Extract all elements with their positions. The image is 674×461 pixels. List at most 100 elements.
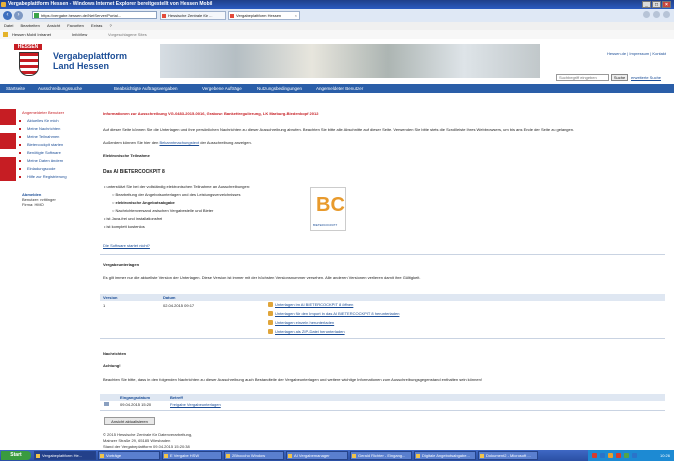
menu-item-help[interactable]: ? xyxy=(109,23,111,28)
attention-label: Achtung! xyxy=(103,363,121,368)
sidebar-item-label: Meine Teilnahmen xyxy=(27,134,60,139)
taskbar-item[interactable]: Dokument2 - Microsoft ... xyxy=(478,451,538,460)
top-links[interactable]: Hessen.de | Impressum | Kontakt xyxy=(607,51,666,56)
web-page: HESSEN Vergabeplattform Land Hessen Hess… xyxy=(0,39,674,450)
gear-icon[interactable] xyxy=(663,11,670,18)
section-messages: Nachrichten xyxy=(103,351,127,356)
sidebar-item-teilnahmen[interactable]: Meine Teilnahmen xyxy=(0,133,70,141)
menu-item-bearbeiten[interactable]: Bearbeiten xyxy=(20,23,39,28)
menu-item-extras[interactable]: Extras xyxy=(91,23,102,28)
software-help-link[interactable]: Die Software startet nicht? xyxy=(103,243,150,248)
taskbar-item[interactable]: Gerald Richter - Eingang... xyxy=(350,451,412,460)
tab-close-icon[interactable]: × xyxy=(295,12,297,19)
sidebar: Angemeldeter Benutzer Aktuelles für mich… xyxy=(0,109,70,181)
taskbar-item[interactable]: Vorträge xyxy=(98,451,160,460)
menu-item-datei[interactable]: Datei xyxy=(4,23,13,28)
ie-icon xyxy=(1,2,6,7)
search-button[interactable]: Suche xyxy=(611,74,628,81)
bietercockpit-icon xyxy=(268,302,273,307)
word-icon xyxy=(480,454,484,458)
divider xyxy=(100,338,665,339)
bc-logo-letters: BC xyxy=(316,194,345,216)
tray-icon[interactable] xyxy=(624,453,629,458)
hessen-logo[interactable]: HESSEN xyxy=(14,44,42,77)
download-icon xyxy=(268,320,273,325)
sidebar-item-aktuelles[interactable]: Aktuelles für mich xyxy=(0,117,70,125)
nav-angemeldeter-benutzer[interactable]: Angemeldeter Benutzer xyxy=(316,84,363,93)
sidebar-item-hilfe[interactable]: Hilfe zur Registrierung xyxy=(0,173,70,181)
tray-icon[interactable] xyxy=(608,453,613,458)
bullet-item: • unterstützt Sie bei der vollständig el… xyxy=(104,184,251,189)
doc-table-header xyxy=(100,294,665,301)
tray-icon[interactable] xyxy=(632,453,637,458)
taskbar-item[interactable]: 2Bhoccho Window xyxy=(224,451,284,460)
outlook-icon xyxy=(352,454,356,458)
sidebar-item-daten[interactable]: Meine Daten ändern xyxy=(0,157,70,165)
browser-tab[interactable]: Hessische Zentrale für ... xyxy=(160,11,226,20)
address-bar[interactable]: https://vergabe.hessen.de/NetServer/Port… xyxy=(32,11,157,19)
refresh-view-button[interactable]: Ansicht aktualisieren xyxy=(104,417,155,425)
announcement-suffix: der Ausschreibung anzeigen. xyxy=(200,140,252,145)
favorite-link[interactable]: Hessen Mobil Intranet xyxy=(12,30,51,39)
menu-item-favoriten[interactable]: Favoriten xyxy=(67,23,84,28)
download-import-link[interactable]: Unterlagen für den Import in das AI BIET… xyxy=(268,311,399,316)
sidebar-item-software[interactable]: Benötigte Software xyxy=(0,149,70,157)
tray-icon[interactable] xyxy=(600,453,605,458)
zip-icon xyxy=(268,329,273,334)
taskbar-item[interactable]: Vergabeplattform He... xyxy=(34,451,96,460)
taskbar-item[interactable]: Digitale Angebotsabgabe... xyxy=(414,451,476,460)
doc-date: 02.04.2015 09:17 xyxy=(163,303,195,308)
column-header-datum: Datum xyxy=(163,295,176,300)
nav-beabsichtigte-auftragsvergaben[interactable]: Beabsichtigte Auftragsvergaben xyxy=(114,84,178,93)
download-icon xyxy=(268,311,273,316)
nav-nutzungsbedingungen[interactable]: Nutzungsbedingungen xyxy=(257,84,302,93)
bullet-item: ○ Bearbeitung der Angebotsunterlagen und… xyxy=(112,192,241,197)
download-single-link[interactable]: Unterlagen einzeln herunterladen xyxy=(268,320,334,325)
ie-icon xyxy=(36,454,40,458)
column-header-eingangsdatum: Eingangsdatum xyxy=(120,395,151,400)
folder-icon xyxy=(164,454,168,458)
bullet-icon xyxy=(19,176,21,178)
clock[interactable]: 10:26 xyxy=(660,450,670,461)
nav-vergebene-auftraege[interactable]: Vergebene Aufträge xyxy=(202,84,242,93)
announcement-link[interactable]: Bekanntmachungstext xyxy=(160,140,200,145)
taskbar: Start Vergabeplattform He... Vorträge E … xyxy=(0,450,674,461)
download-zip-link[interactable]: Unterlagen als ZIP-Datei herunterladen xyxy=(268,329,345,334)
taskbar-item[interactable]: E Vergabe HSW xyxy=(162,451,222,460)
favorites-star-icon[interactable] xyxy=(653,11,660,18)
back-icon[interactable]: ‹ xyxy=(3,11,12,20)
sidebar-item-einladungscode[interactable]: Einladungscode xyxy=(0,165,70,173)
maximize-button[interactable]: □ xyxy=(652,1,661,8)
tray-icon[interactable] xyxy=(616,453,621,458)
favorite-link[interactable]: Vorgeschlagene Sites xyxy=(108,30,147,39)
forward-icon[interactable]: › xyxy=(14,11,23,20)
favorites-star-icon[interactable] xyxy=(3,32,8,37)
user-info: Abmelden Benutzer: nrittinger Firma: HMO xyxy=(22,192,56,207)
sidebar-item-nachrichten[interactable]: Meine Nachrichten xyxy=(0,125,70,133)
taskbar-item[interactable]: AI Vergabemanager xyxy=(286,451,348,460)
minimize-button[interactable]: _ xyxy=(642,1,651,8)
bietercockpit-logo[interactable]: BC BIETERCOCKPIT xyxy=(310,187,346,231)
start-button[interactable]: Start xyxy=(1,451,31,460)
tray-icon[interactable] xyxy=(592,453,597,458)
footer-line: Mainzer Straße 29, 65185 Wiesbaden xyxy=(103,438,171,443)
sidebar-item-bietercockpit[interactable]: Bietercockpit starten xyxy=(0,141,70,149)
advanced-search-link[interactable]: erweiterte Suche xyxy=(631,75,661,80)
bullet-item: • ist Java-frei und installationsfrei xyxy=(104,216,163,221)
nav-ausschreibungssuche[interactable]: Ausschreibungssuche xyxy=(38,84,82,93)
bullet-icon xyxy=(19,160,21,162)
message-subject-link[interactable]: Freigabe Vergabeunterlagen xyxy=(170,402,221,407)
search-input[interactable] xyxy=(556,74,609,81)
address-text: https://vergabe.hessen.de/NetServer/Port… xyxy=(41,13,122,18)
column-header-version: Version xyxy=(103,295,118,300)
menu-item-ansicht[interactable]: Ansicht xyxy=(47,23,60,28)
nav-startseite[interactable]: Startseite xyxy=(6,84,25,93)
browser-tab-active[interactable]: Vergabeplattform Hessen × xyxy=(228,11,300,20)
favorite-link[interactable]: InfoView xyxy=(72,30,87,39)
close-button[interactable]: × xyxy=(662,1,671,8)
page-title: Informationen zur Ausschreibung VG-0483-… xyxy=(103,111,319,116)
open-in-bietercockpit-link[interactable]: Unterlagen im AI BIETERCOCKPIT 8 öffnen xyxy=(268,302,353,307)
footer-line: Stand der Vergabeplattform 09.04.2015 15… xyxy=(103,444,190,449)
home-icon[interactable] xyxy=(643,11,650,18)
folder-icon xyxy=(100,454,104,458)
